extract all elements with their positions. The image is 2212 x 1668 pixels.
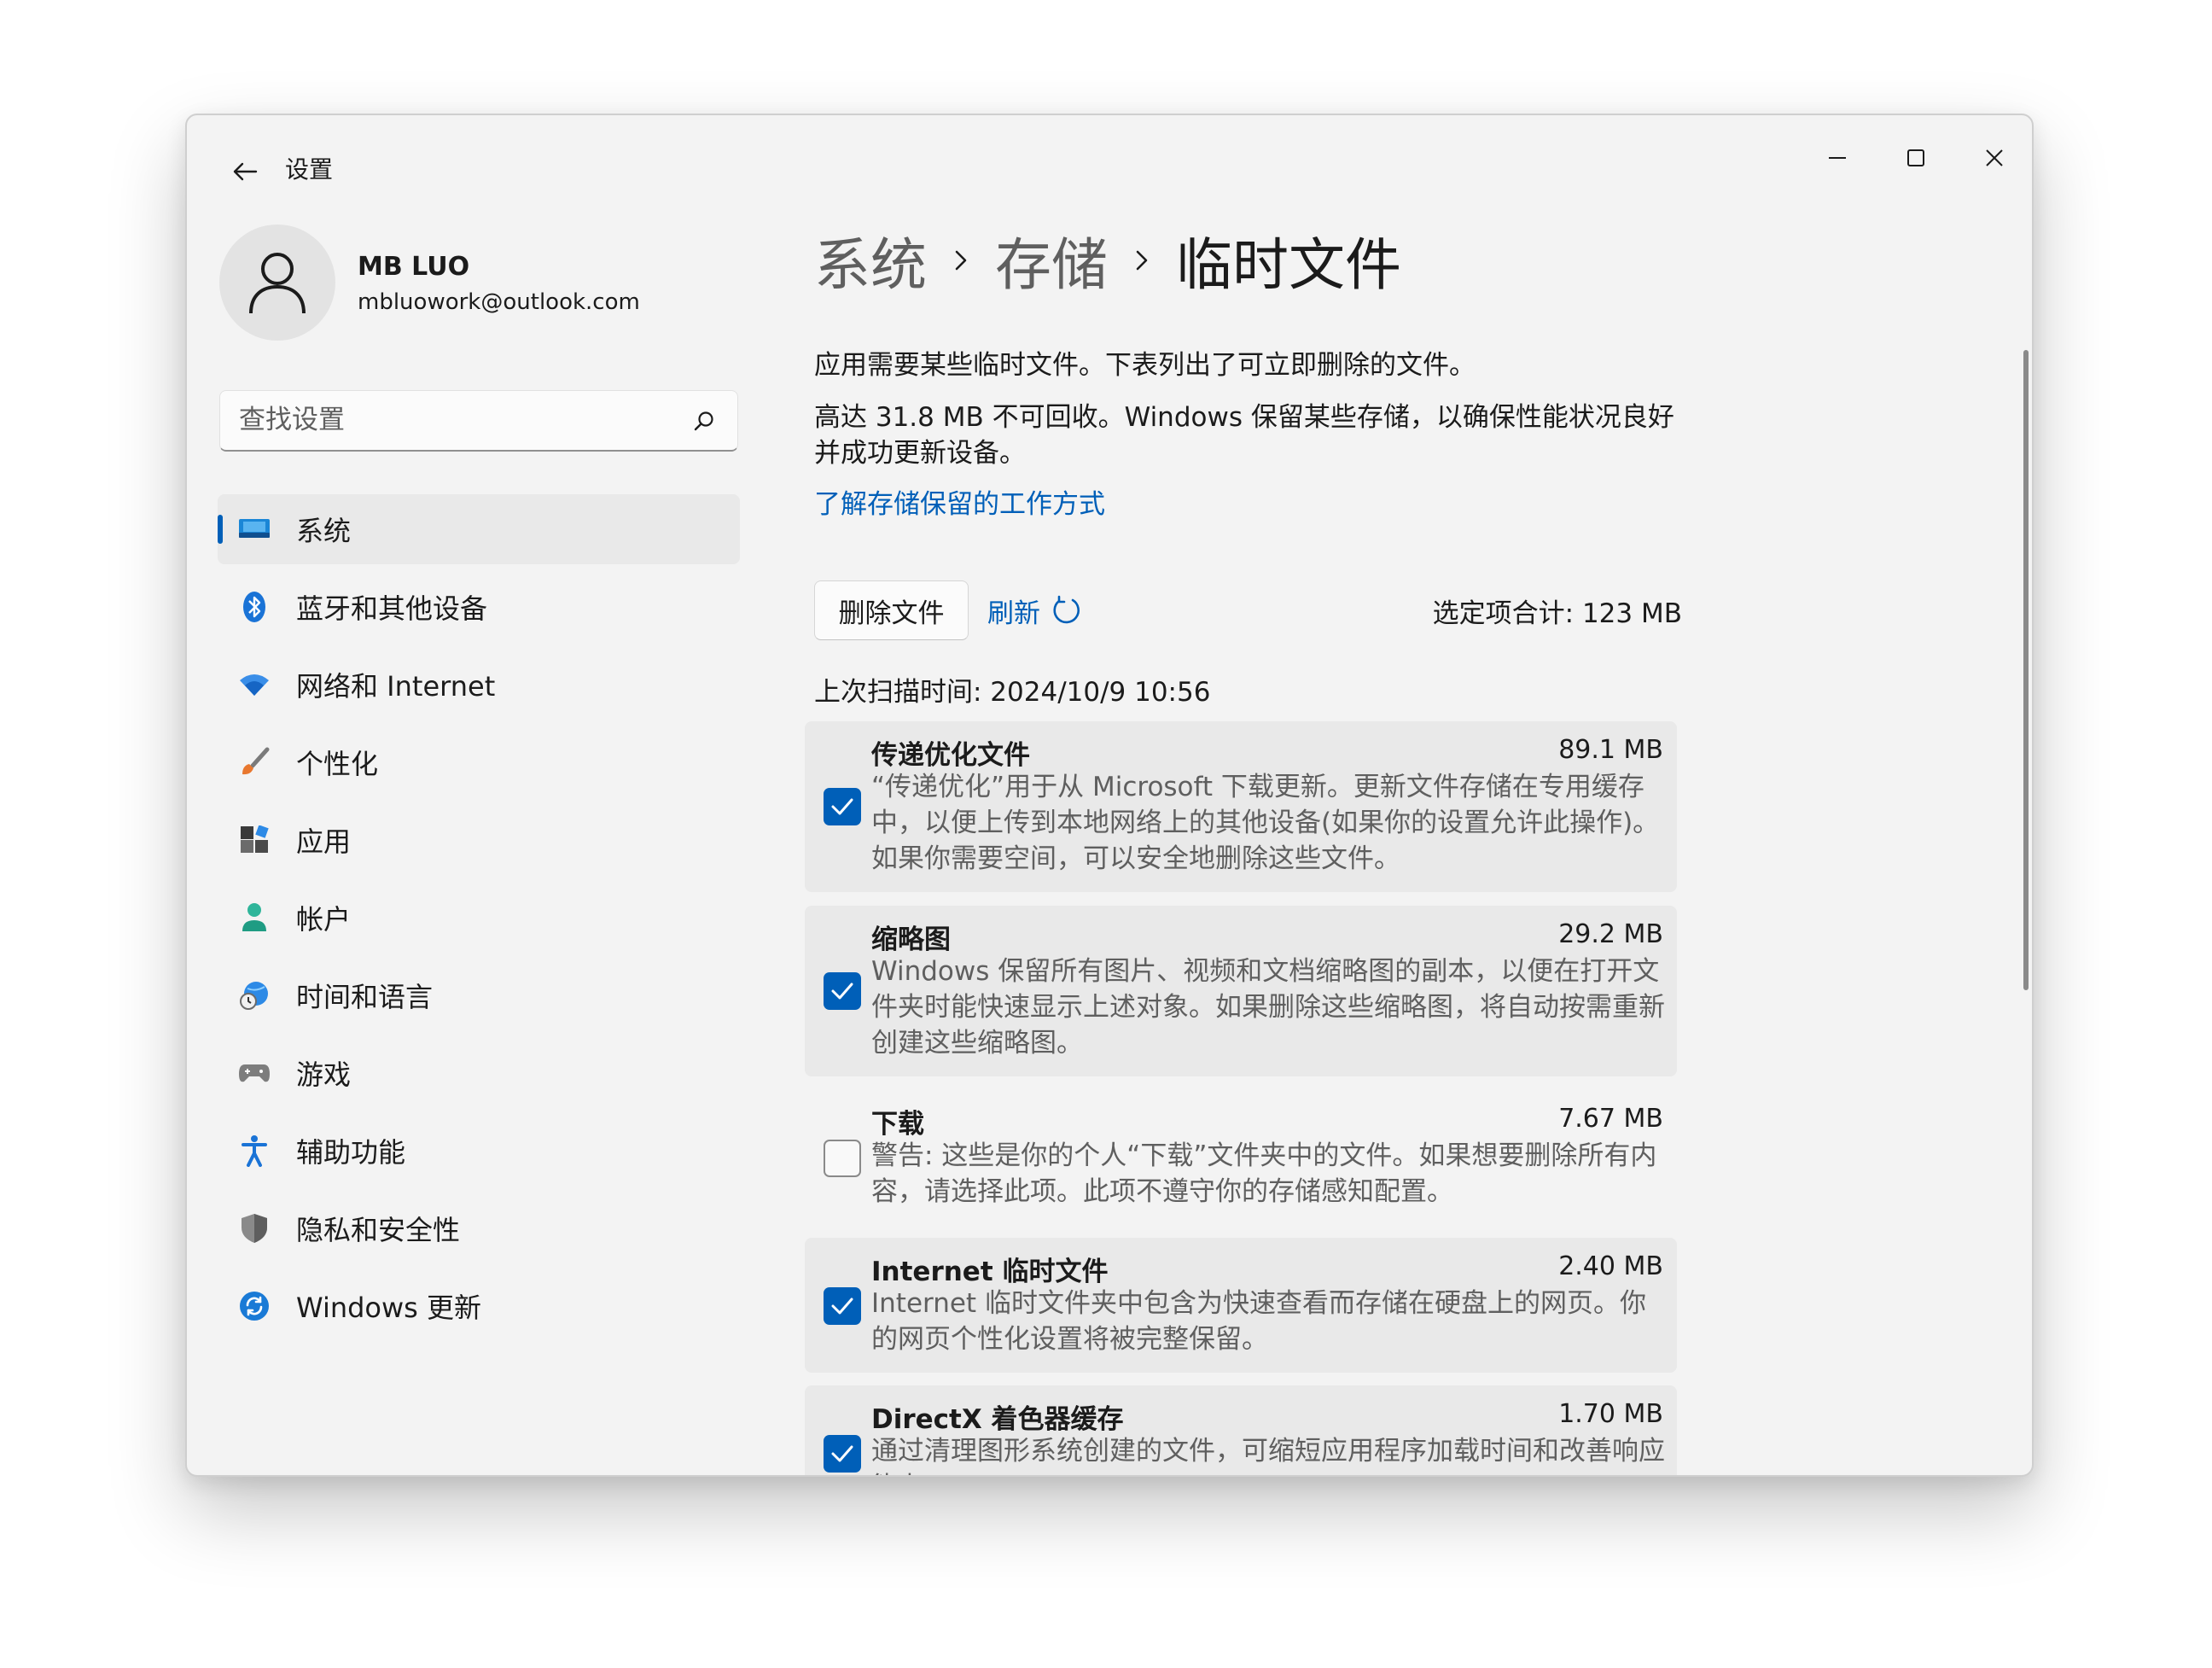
item-description: 警告: 这些是你的个人“下载”文件夹中的文件。如果想要删除所有内容，请选择此项。… bbox=[871, 1140, 1657, 1207]
sidebar-item-accessibility[interactable]: 辅助功能 bbox=[218, 1116, 740, 1186]
sidebar-item-label: 蓝牙和其他设备 bbox=[296, 592, 488, 625]
storage-reserve-text: 高达 31.8 MB 不可回收。Windows 保留某些存储，以确保性能状况良好… bbox=[814, 402, 1674, 469]
thumbnails-checkbox[interactable] bbox=[824, 972, 861, 1010]
system-display-icon bbox=[238, 513, 271, 545]
item-title: Internet 临时文件 bbox=[871, 1257, 1109, 1287]
checkmark-icon bbox=[831, 1298, 853, 1315]
item-size: 89.1 MB bbox=[1558, 735, 1663, 765]
maximize-button[interactable] bbox=[1877, 131, 1955, 185]
item-size: 2.40 MB bbox=[1558, 1251, 1663, 1281]
sidebar-item-label: 游戏 bbox=[296, 1059, 352, 1091]
directx-cache-checkbox[interactable] bbox=[824, 1435, 861, 1473]
arrow-left-icon bbox=[233, 162, 258, 181]
item-title: DirectX 着色器缓存 bbox=[871, 1404, 1124, 1435]
checkmark-icon bbox=[831, 798, 853, 815]
delete-files-button[interactable]: 删除文件 bbox=[814, 580, 969, 640]
close-button[interactable] bbox=[1955, 131, 2032, 185]
delivery-optimization-checkbox[interactable] bbox=[824, 788, 861, 825]
chevron-right-icon bbox=[954, 249, 968, 271]
breadcrumb-system[interactable]: 系统 bbox=[814, 219, 927, 301]
sidebar-item-label: 辅助功能 bbox=[296, 1136, 406, 1169]
file-item-directx-shader-cache: DirectX 着色器缓存 1.70 MB 通过清理图形系统创建的文件，可缩短应… bbox=[805, 1385, 1677, 1475]
bluetooth-icon bbox=[238, 591, 271, 623]
back-button[interactable] bbox=[219, 146, 271, 197]
maximize-icon bbox=[1907, 149, 1924, 166]
learn-storage-reserve-link[interactable]: 了解存储保留的工作方式 bbox=[814, 482, 1105, 521]
minimize-icon bbox=[1829, 157, 1846, 159]
item-description: Internet 临时文件夹中包含为快速查看而存储在硬盘上的网页。你的网页个性化… bbox=[871, 1288, 1646, 1355]
item-title: 缩略图 bbox=[871, 924, 951, 955]
sidebar-item-gaming[interactable]: 游戏 bbox=[218, 1038, 740, 1108]
chevron-right-icon bbox=[1135, 249, 1149, 271]
user-email: mbluowork@outlook.com bbox=[358, 289, 640, 315]
item-size: 1.70 MB bbox=[1558, 1399, 1663, 1429]
app-title: 设置 bbox=[285, 155, 334, 184]
sidebar-item-apps[interactable]: 应用 bbox=[218, 805, 740, 875]
sidebar-item-label: 应用 bbox=[296, 825, 352, 858]
page-title: 临时文件 bbox=[1176, 232, 1401, 298]
user-name: MB LUO bbox=[358, 252, 470, 282]
apps-icon bbox=[238, 824, 271, 856]
sidebar-item-time-language[interactable]: 时间和语言 bbox=[218, 960, 740, 1030]
file-item-thumbnails: 缩略图 29.2 MB Windows 保留所有图片、视频和文档缩略图的副本，以… bbox=[805, 906, 1677, 1076]
sidebar-item-system[interactable]: 系统 bbox=[218, 494, 740, 564]
last-scan-time: 上次扫描时间: 2024/10/9 10:56 bbox=[814, 677, 1211, 708]
brush-icon bbox=[238, 746, 271, 779]
sidebar-item-label: 隐私和安全性 bbox=[296, 1214, 461, 1246]
close-icon bbox=[1986, 149, 2003, 166]
downloads-checkbox[interactable] bbox=[824, 1140, 861, 1177]
refresh-icon bbox=[1053, 595, 1080, 624]
windows-update-icon bbox=[238, 1290, 271, 1322]
shield-icon bbox=[238, 1212, 271, 1245]
search-box[interactable] bbox=[219, 390, 738, 452]
sidebar-nav: 系统 蓝牙和其他设备 网络和 Internet 个性化 应用 帐户 时间和语言 … bbox=[218, 494, 740, 1349]
sidebar-item-label: 个性化 bbox=[296, 748, 379, 780]
sidebar-item-network[interactable]: 网络和 Internet bbox=[218, 650, 740, 720]
sidebar-item-accounts[interactable]: 帐户 bbox=[218, 883, 740, 953]
refresh-label: 刷新 bbox=[987, 598, 1040, 629]
breadcrumb-storage[interactable]: 存储 bbox=[995, 219, 1108, 301]
item-size: 29.2 MB bbox=[1558, 919, 1663, 949]
sidebar-item-privacy[interactable]: 隐私和安全性 bbox=[218, 1193, 740, 1263]
gamepad-icon bbox=[238, 1057, 271, 1089]
checkmark-icon bbox=[831, 1445, 853, 1462]
file-item-internet-temp: Internet 临时文件 2.40 MB Internet 临时文件夹中包含为… bbox=[805, 1238, 1677, 1373]
item-title: 下载 bbox=[871, 1109, 924, 1140]
selected-total: 选定项合计: 123 MB bbox=[1432, 598, 1682, 629]
accessibility-icon bbox=[238, 1134, 271, 1167]
item-title: 传递优化文件 bbox=[871, 740, 1030, 771]
file-item-downloads: 下载 7.67 MB 警告: 这些是你的个人“下载”文件夹中的文件。如果想要删除… bbox=[805, 1090, 1677, 1227]
sidebar-item-label: 时间和语言 bbox=[296, 981, 434, 1013]
sidebar-item-label: 帐户 bbox=[296, 903, 352, 936]
sidebar-item-personalization[interactable]: 个性化 bbox=[218, 727, 740, 797]
avatar[interactable] bbox=[219, 225, 335, 341]
checkmark-icon bbox=[831, 983, 853, 1000]
sidebar-item-label: Windows 更新 bbox=[296, 1292, 482, 1324]
wifi-icon bbox=[238, 668, 271, 701]
sidebar-item-label: 系统 bbox=[296, 515, 352, 547]
sidebar-item-bluetooth[interactable]: 蓝牙和其他设备 bbox=[218, 572, 740, 642]
globe-clock-icon bbox=[238, 979, 271, 1012]
account-icon bbox=[238, 901, 271, 934]
file-item-delivery-optimization: 传递优化文件 89.1 MB “传递优化”用于从 Microsoft 下载更新。… bbox=[805, 721, 1677, 892]
search-icon[interactable] bbox=[693, 410, 715, 432]
search-input[interactable] bbox=[239, 391, 683, 449]
description-text: 应用需要某些临时文件。下表列出了可立即删除的文件。 bbox=[814, 350, 1476, 381]
item-description: Windows 保留所有图片、视频和文档缩略图的副本，以便在打开文件夹时能快速显… bbox=[871, 956, 1665, 1059]
item-description: 通过清理图形系统创建的文件，可缩短应用程序加载时间和改善响应能力。 bbox=[871, 1436, 1665, 1475]
scrollbar[interactable] bbox=[2023, 350, 2029, 990]
refresh-button[interactable]: 刷新 bbox=[987, 585, 1083, 636]
person-icon bbox=[249, 253, 306, 314]
breadcrumb: 系统 存储 临时文件 bbox=[814, 218, 1401, 303]
settings-window: 设置 MB LUO mbluowork@outlook.com 系统 bbox=[185, 114, 2034, 1477]
sidebar-item-windows-update[interactable]: Windows 更新 bbox=[218, 1271, 740, 1341]
item-description: “传递优化”用于从 Microsoft 下载更新。更新文件存储在专用缓存中，以便… bbox=[871, 772, 1660, 874]
internet-temp-checkbox[interactable] bbox=[824, 1287, 861, 1325]
minimize-button[interactable] bbox=[1798, 131, 1877, 185]
sidebar-item-label: 网络和 Internet bbox=[296, 670, 496, 703]
item-size: 7.67 MB bbox=[1558, 1104, 1663, 1134]
